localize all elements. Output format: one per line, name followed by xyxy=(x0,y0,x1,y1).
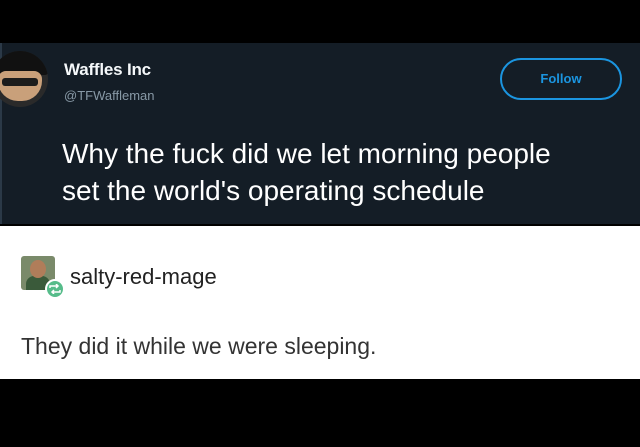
reply-avatar-head xyxy=(30,260,46,278)
tweet-text-line: set the world's operating schedule xyxy=(62,175,485,206)
reply-text: They did it while we were sleeping. xyxy=(21,333,377,359)
avatar-face xyxy=(0,71,42,101)
tweet-display-name[interactable]: Waffles Inc xyxy=(64,60,151,80)
reblog-icon xyxy=(45,279,65,299)
follow-button[interactable]: Follow xyxy=(500,58,622,100)
avatar-glasses xyxy=(2,78,38,86)
tweet-text: Why the fuck did we let morning people s… xyxy=(62,135,638,209)
reblog-arrows-icon xyxy=(49,284,61,294)
tweet-handle[interactable]: @TFWaffleman xyxy=(64,88,155,103)
reply-card: salty-red-mage They did it while we were… xyxy=(0,226,640,379)
tweet-text-line: Why the fuck did we let morning people xyxy=(62,138,551,169)
reply-username[interactable]: salty-red-mage xyxy=(70,264,217,290)
tweet-avatar[interactable] xyxy=(0,51,48,107)
meme-screenshot: Waffles Inc @TFWaffleman Follow Why the … xyxy=(0,0,640,447)
tweet-card: Waffles Inc @TFWaffleman Follow Why the … xyxy=(0,43,640,224)
